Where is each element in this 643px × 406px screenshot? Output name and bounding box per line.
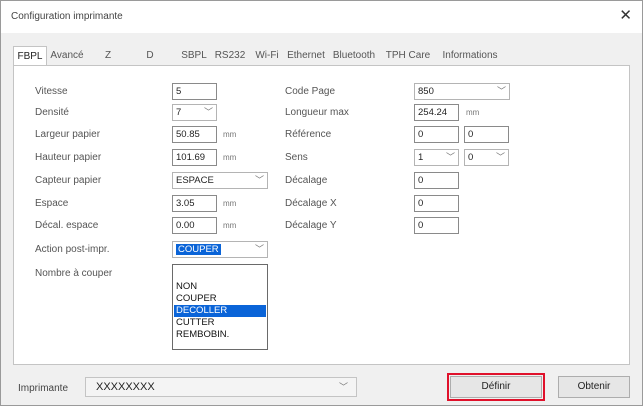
option-decoller[interactable]: DECOLLER bbox=[174, 305, 266, 317]
printer-config-window: Configuration imprimante ✕ FBPL Avancé Z… bbox=[0, 0, 643, 406]
densite-select[interactable]: 7 ﹀ bbox=[172, 104, 217, 121]
chevron-down-icon: ﹀ bbox=[496, 86, 506, 96]
decalage-y-input[interactable]: 0 bbox=[414, 217, 459, 234]
decal-espace-input[interactable]: 0.00 bbox=[172, 217, 217, 234]
printer-label: Imprimante bbox=[18, 383, 69, 394]
sens-select-1[interactable]: 1 ﹀ bbox=[414, 149, 459, 166]
unit-decal-espace: mm bbox=[223, 221, 237, 230]
chevron-down-icon: ﹀ bbox=[495, 152, 505, 162]
label-nombre-a-couper: Nombre à couper bbox=[35, 268, 113, 279]
reference-input-2[interactable]: 0 bbox=[464, 126, 509, 143]
tab-fbpl[interactable]: FBPL bbox=[13, 46, 47, 67]
close-icon[interactable]: ✕ bbox=[619, 7, 632, 25]
chevron-down-icon: ﹀ bbox=[254, 175, 264, 185]
get-button[interactable]: Obtenir bbox=[558, 376, 630, 398]
capteur-select[interactable]: ESPACE ﹀ bbox=[172, 172, 268, 189]
hauteur-input[interactable]: 101.69 bbox=[172, 149, 217, 166]
decalage-x-input[interactable]: 0 bbox=[414, 195, 459, 212]
label-hauteur: Hauteur papier bbox=[35, 152, 102, 163]
reference-input-1[interactable]: 0 bbox=[414, 126, 459, 143]
sens-select-2[interactable]: 0 ﹀ bbox=[464, 149, 509, 166]
tab-sbpl[interactable]: SBPL bbox=[179, 46, 209, 66]
tab-z[interactable]: Z bbox=[99, 46, 117, 66]
label-decalage-y: Décalage Y bbox=[285, 220, 337, 231]
tab-bluetooth[interactable]: Bluetooth bbox=[330, 46, 378, 66]
label-action-post-impr: Action post-impr. bbox=[35, 244, 110, 255]
label-decal-espace: Décal. espace bbox=[35, 220, 99, 231]
chevron-down-icon: ﹀ bbox=[445, 152, 455, 162]
label-code-page: Code Page bbox=[285, 86, 336, 97]
code-page-value: 850 bbox=[418, 86, 434, 97]
capteur-value: ESPACE bbox=[176, 175, 214, 186]
code-page-select[interactable]: 850 ﹀ bbox=[414, 83, 510, 100]
tab-tph-care[interactable]: TPH Care bbox=[382, 46, 434, 66]
action-dropdown-list: NON COUPER DECOLLER CUTTER REMBOBIN. bbox=[172, 264, 268, 350]
label-espace: Espace bbox=[35, 198, 69, 209]
label-decalage-x: Décalage X bbox=[285, 198, 337, 209]
unit-longueur: mm bbox=[466, 108, 480, 117]
tab-informations[interactable]: Informations bbox=[437, 46, 503, 66]
highlight-annotation bbox=[447, 373, 545, 401]
tab-wifi[interactable]: Wi-Fi bbox=[253, 46, 281, 66]
title-bar: Configuration imprimante ✕ bbox=[1, 1, 642, 33]
option-non[interactable]: NON bbox=[174, 281, 266, 293]
option-rembobin[interactable]: REMBOBIN. bbox=[174, 329, 266, 341]
label-densite: Densité bbox=[35, 107, 69, 118]
label-longueur-max: Longueur max bbox=[285, 107, 349, 118]
largeur-input[interactable]: 50.85 bbox=[172, 126, 217, 143]
densite-value: 7 bbox=[176, 107, 182, 118]
label-largeur: Largeur papier bbox=[35, 129, 101, 140]
chevron-down-icon: ﹀ bbox=[338, 382, 348, 392]
action-value: COUPER bbox=[176, 244, 221, 255]
vitesse-input[interactable]: 5 bbox=[172, 83, 217, 100]
sens-value-2: 0 bbox=[468, 152, 474, 163]
printer-select[interactable]: XXXXXXXX ﹀ bbox=[85, 377, 357, 397]
label-decalage: Décalage bbox=[285, 175, 328, 186]
decalage-input[interactable]: 0 bbox=[414, 172, 459, 189]
label-vitesse: Vitesse bbox=[35, 86, 68, 97]
sens-value-1: 1 bbox=[418, 152, 424, 163]
window-title: Configuration imprimante bbox=[11, 11, 123, 22]
option-couper[interactable]: COUPER bbox=[174, 293, 266, 305]
unit-hauteur: mm bbox=[223, 153, 237, 162]
longueur-max-input[interactable]: 254.24 bbox=[414, 104, 459, 121]
option-cutter[interactable]: CUTTER bbox=[174, 317, 266, 329]
label-sens: Sens bbox=[285, 152, 308, 163]
action-post-impr-select[interactable]: COUPER ﹀ bbox=[172, 241, 268, 258]
espace-input[interactable]: 3.05 bbox=[172, 195, 217, 212]
chevron-down-icon: ﹀ bbox=[203, 107, 213, 117]
printer-value: XXXXXXXX bbox=[96, 381, 155, 393]
chevron-down-icon: ﹀ bbox=[254, 244, 264, 254]
label-reference: Référence bbox=[285, 129, 332, 140]
unit-largeur: mm bbox=[223, 130, 237, 139]
tab-avance[interactable]: Avancé bbox=[49, 46, 85, 66]
unit-espace: mm bbox=[223, 199, 237, 208]
tab-d[interactable]: D bbox=[141, 46, 159, 66]
tab-ethernet[interactable]: Ethernet bbox=[285, 46, 327, 66]
label-capteur: Capteur papier bbox=[35, 175, 102, 186]
tab-rs232[interactable]: RS232 bbox=[212, 46, 248, 66]
